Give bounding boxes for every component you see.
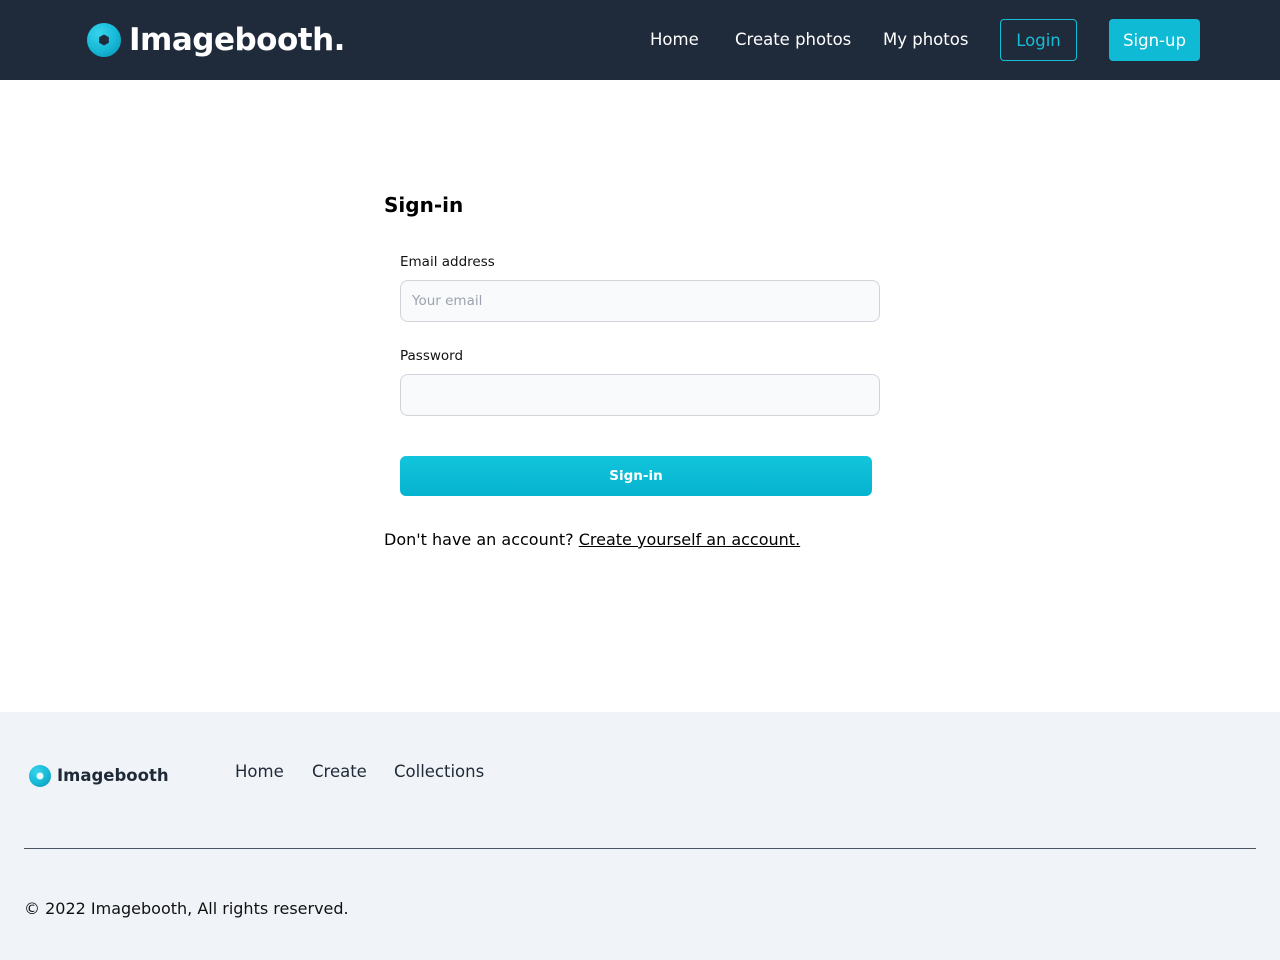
- create-account-link[interactable]: Create yourself an account.: [579, 530, 800, 549]
- password-field[interactable]: [400, 374, 880, 416]
- footer-logo-icon: [29, 765, 51, 787]
- nav-create-photos-link[interactable]: Create photos: [735, 28, 851, 52]
- nav-my-photos-link[interactable]: My photos: [883, 28, 968, 52]
- create-account-prompt: Don't have an account? Create yourself a…: [384, 528, 800, 552]
- hexagon-icon: [99, 34, 109, 46]
- brand-logo-icon: [87, 23, 121, 57]
- footer-home-link[interactable]: Home: [235, 760, 284, 784]
- page-title: Sign-in: [384, 193, 464, 217]
- no-account-text: Don't have an account?: [384, 530, 574, 549]
- signup-button[interactable]: Sign-up: [1109, 19, 1200, 61]
- brand-logo-link[interactable]: Imagebooth.: [87, 20, 345, 60]
- footer-brand-link[interactable]: Imagebooth: [29, 764, 169, 788]
- footer-collections-link[interactable]: Collections: [394, 760, 484, 784]
- footer-brand-name: Imagebooth: [57, 766, 169, 785]
- brand-name: Imagebooth.: [129, 22, 345, 58]
- footer-divider: [24, 848, 1256, 849]
- email-field[interactable]: [400, 280, 880, 322]
- footer: Imagebooth Home Create Collections © 202…: [0, 712, 1280, 960]
- login-button[interactable]: Login: [1000, 19, 1077, 61]
- logo-dot-icon: [36, 772, 44, 780]
- signin-submit-button[interactable]: Sign-in: [400, 456, 872, 496]
- email-label: Email address: [400, 254, 495, 270]
- nav-home-link[interactable]: Home: [650, 28, 699, 52]
- password-label: Password: [400, 348, 464, 364]
- footer-create-link[interactable]: Create: [312, 760, 367, 784]
- copyright-text: © 2022 Imagebooth, All rights reserved.: [24, 899, 349, 918]
- top-navbar: Imagebooth. Home Create photos My photos…: [0, 0, 1280, 80]
